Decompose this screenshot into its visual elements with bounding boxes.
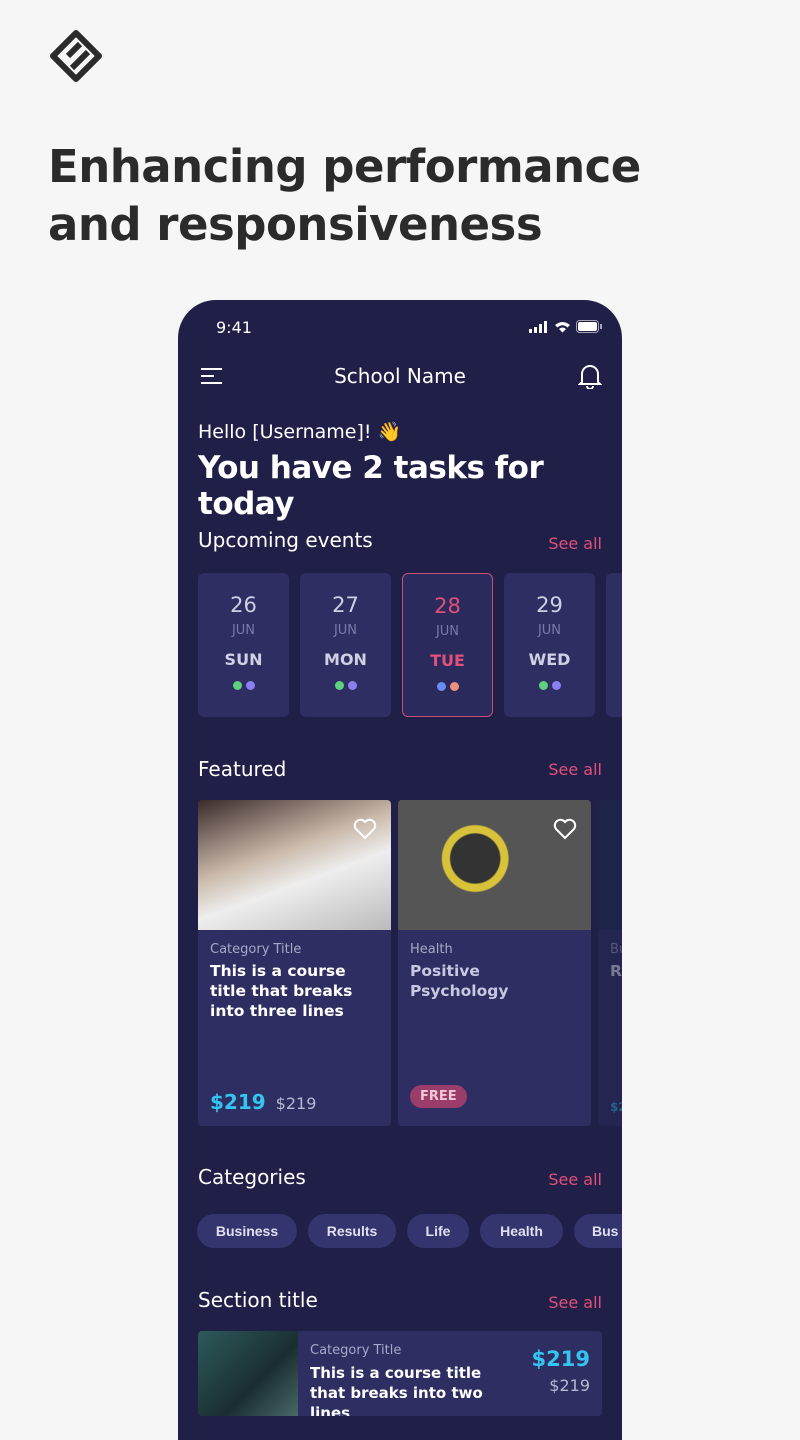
featured-see-all[interactable]: See all <box>548 760 602 779</box>
day-name: MON <box>324 650 367 669</box>
headline: Enhancing performance and responsiveness <box>48 140 641 251</box>
category-chip[interactable]: Results <box>308 1214 396 1248</box>
bell-icon[interactable] <box>578 363 602 389</box>
school-name: School Name <box>334 364 466 388</box>
event-dot <box>449 682 459 691</box>
card-old-price: $219 <box>275 1094 317 1113</box>
day-card[interactable]: 27 JUN MON <box>300 573 391 717</box>
day-name: SUN <box>224 650 263 669</box>
course-card[interactable]: Category Title This is a course title th… <box>198 800 391 1126</box>
day-strip: 26 JUN SUN 27 JUN MON 28 JUN TUE 29 JUN … <box>198 573 622 717</box>
wifi-icon <box>555 321 570 332</box>
event-dot <box>347 681 357 690</box>
day-month: JUN <box>435 624 460 639</box>
heart-icon[interactable] <box>553 818 577 840</box>
greeting: Hello [Username]! 👋 <box>198 421 402 443</box>
tasks-heading: You have 2 tasks for today <box>198 450 544 522</box>
day-card[interactable]: 28 JUN TUE <box>402 573 493 717</box>
event-dot <box>245 681 255 690</box>
section-title: Section title <box>198 1288 318 1312</box>
day-name: WED <box>528 650 571 669</box>
status-icons <box>529 320 602 333</box>
day-month: JUN <box>537 623 562 638</box>
course-card[interactable]: Bu Re ar $2 <box>598 800 622 1126</box>
event-dot <box>551 681 561 690</box>
featured-title: Featured <box>198 757 287 781</box>
day-card[interactable]: 26 JUN SUN <box>198 573 289 717</box>
day-month: JUN <box>231 623 256 638</box>
category-chip[interactable]: Health <box>480 1214 563 1248</box>
day-month: JUN <box>333 623 358 638</box>
category-chip[interactable]: Life <box>407 1214 469 1248</box>
categories-see-all[interactable]: See all <box>548 1170 602 1189</box>
day-number: 28 <box>434 594 461 618</box>
event-dot <box>436 682 446 691</box>
item-title: This is a course title that breaks into … <box>310 1364 483 1416</box>
item-price: $219 <box>531 1347 590 1371</box>
category-chip[interactable]: Bus <box>574 1214 622 1248</box>
signal-icon <box>529 320 547 333</box>
card-title: Positive Psychology <box>410 962 509 1000</box>
upcoming-see-all[interactable]: See all <box>548 534 602 553</box>
card-price: $219 <box>210 1090 266 1114</box>
card-price: $2 <box>610 1100 622 1114</box>
section-see-all[interactable]: See all <box>548 1293 602 1312</box>
event-dot <box>232 681 242 690</box>
day-name: TUE <box>430 651 465 670</box>
course-card[interactable]: Health Positive Psychology FREE <box>398 800 591 1126</box>
day-number: 27 <box>332 593 359 617</box>
course-image <box>198 1331 298 1416</box>
day-card[interactable] <box>606 573 622 717</box>
course-list-item[interactable]: Category Title This is a course title th… <box>198 1331 602 1416</box>
item-old-price: $219 <box>549 1376 590 1395</box>
card-category: Bu <box>610 942 622 957</box>
card-category: Category Title <box>210 942 302 957</box>
phone-screen: 9:41 School Name Hello [Username]! 👋 You… <box>178 300 622 1440</box>
status-time: 9:41 <box>216 318 252 337</box>
day-number: 26 <box>230 593 257 617</box>
featured-cards: Category Title This is a course title th… <box>198 800 622 1126</box>
category-chip[interactable]: Business <box>197 1214 297 1248</box>
categories-title: Categories <box>198 1165 306 1189</box>
event-dot <box>538 681 548 690</box>
course-image <box>598 800 622 930</box>
brand-logo-icon <box>50 30 102 82</box>
day-number: 29 <box>536 593 563 617</box>
battery-icon <box>576 320 602 333</box>
item-category: Category Title <box>310 1343 402 1358</box>
day-card[interactable]: 29 JUN WED <box>504 573 595 717</box>
category-chips: Business Results Life Health Bus <box>197 1214 622 1248</box>
free-badge: FREE <box>410 1085 467 1108</box>
card-title: Re ar <box>610 962 622 980</box>
card-category: Health <box>410 942 453 957</box>
upcoming-title: Upcoming events <box>198 528 373 552</box>
heart-icon[interactable] <box>353 818 377 840</box>
event-dot <box>334 681 344 690</box>
card-title: This is a course title that breaks into … <box>210 962 353 1020</box>
